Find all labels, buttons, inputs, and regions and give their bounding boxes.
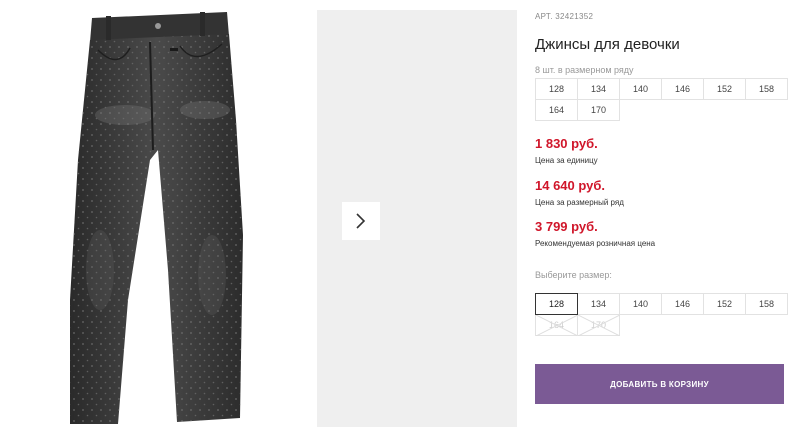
size-option-selected[interactable]: 128 (535, 293, 578, 315)
size-option-unavailable: 164 (535, 314, 578, 336)
size-option[interactable]: 140 (619, 293, 662, 315)
product-image (0, 0, 316, 427)
jeans-photo (70, 12, 243, 424)
pack-price: 14 640 руб. (535, 178, 606, 193)
article-code: АРТ. 32421352 (535, 12, 593, 21)
size-option[interactable]: 152 (703, 293, 746, 315)
add-to-cart-button[interactable]: ДОБАВИТЬ В КОРЗИНУ (535, 364, 784, 404)
crossed-out-icon (536, 315, 578, 336)
choose-size-label: Выберите размер: (535, 270, 612, 280)
chevron-right-icon (356, 213, 366, 229)
pack-size-cell: 128 (535, 78, 578, 100)
pack-size-cell: 152 (703, 78, 746, 100)
pack-size-cell: 146 (661, 78, 704, 100)
pack-size-cell: 134 (577, 78, 620, 100)
size-option[interactable]: 158 (745, 293, 788, 315)
pack-price-caption: Цена за размерный ряд (535, 198, 624, 207)
retail-price-caption: Рекомендуемая розничная цена (535, 239, 656, 248)
pack-size-cell: 140 (619, 78, 662, 100)
size-option[interactable]: 146 (661, 293, 704, 315)
unit-price: 1 830 руб. (535, 136, 598, 151)
pack-size-cell: 164 (535, 99, 578, 121)
pack-size-cell: 170 (577, 99, 620, 121)
pack-size-cell: 158 (745, 78, 788, 100)
crossed-out-icon (578, 315, 620, 336)
retail-price: 3 799 руб. (535, 219, 598, 234)
size-selector: 128 134 140 146 152 158 164 170 (535, 293, 788, 336)
pack-size-grid: 128 134 140 146 152 158 164 170 (535, 78, 788, 121)
article-label: АРТ. (535, 12, 553, 21)
article-number: 32421352 (555, 12, 594, 21)
gallery-next-button[interactable] (342, 202, 380, 240)
size-option[interactable]: 134 (577, 293, 620, 315)
size-option-unavailable: 170 (577, 314, 620, 336)
unit-price-caption: Цена за единицу (535, 156, 598, 165)
product-title: Джинсы для девочки (535, 36, 680, 53)
pack-label: 8 шт. в размерном ряду (535, 65, 634, 75)
